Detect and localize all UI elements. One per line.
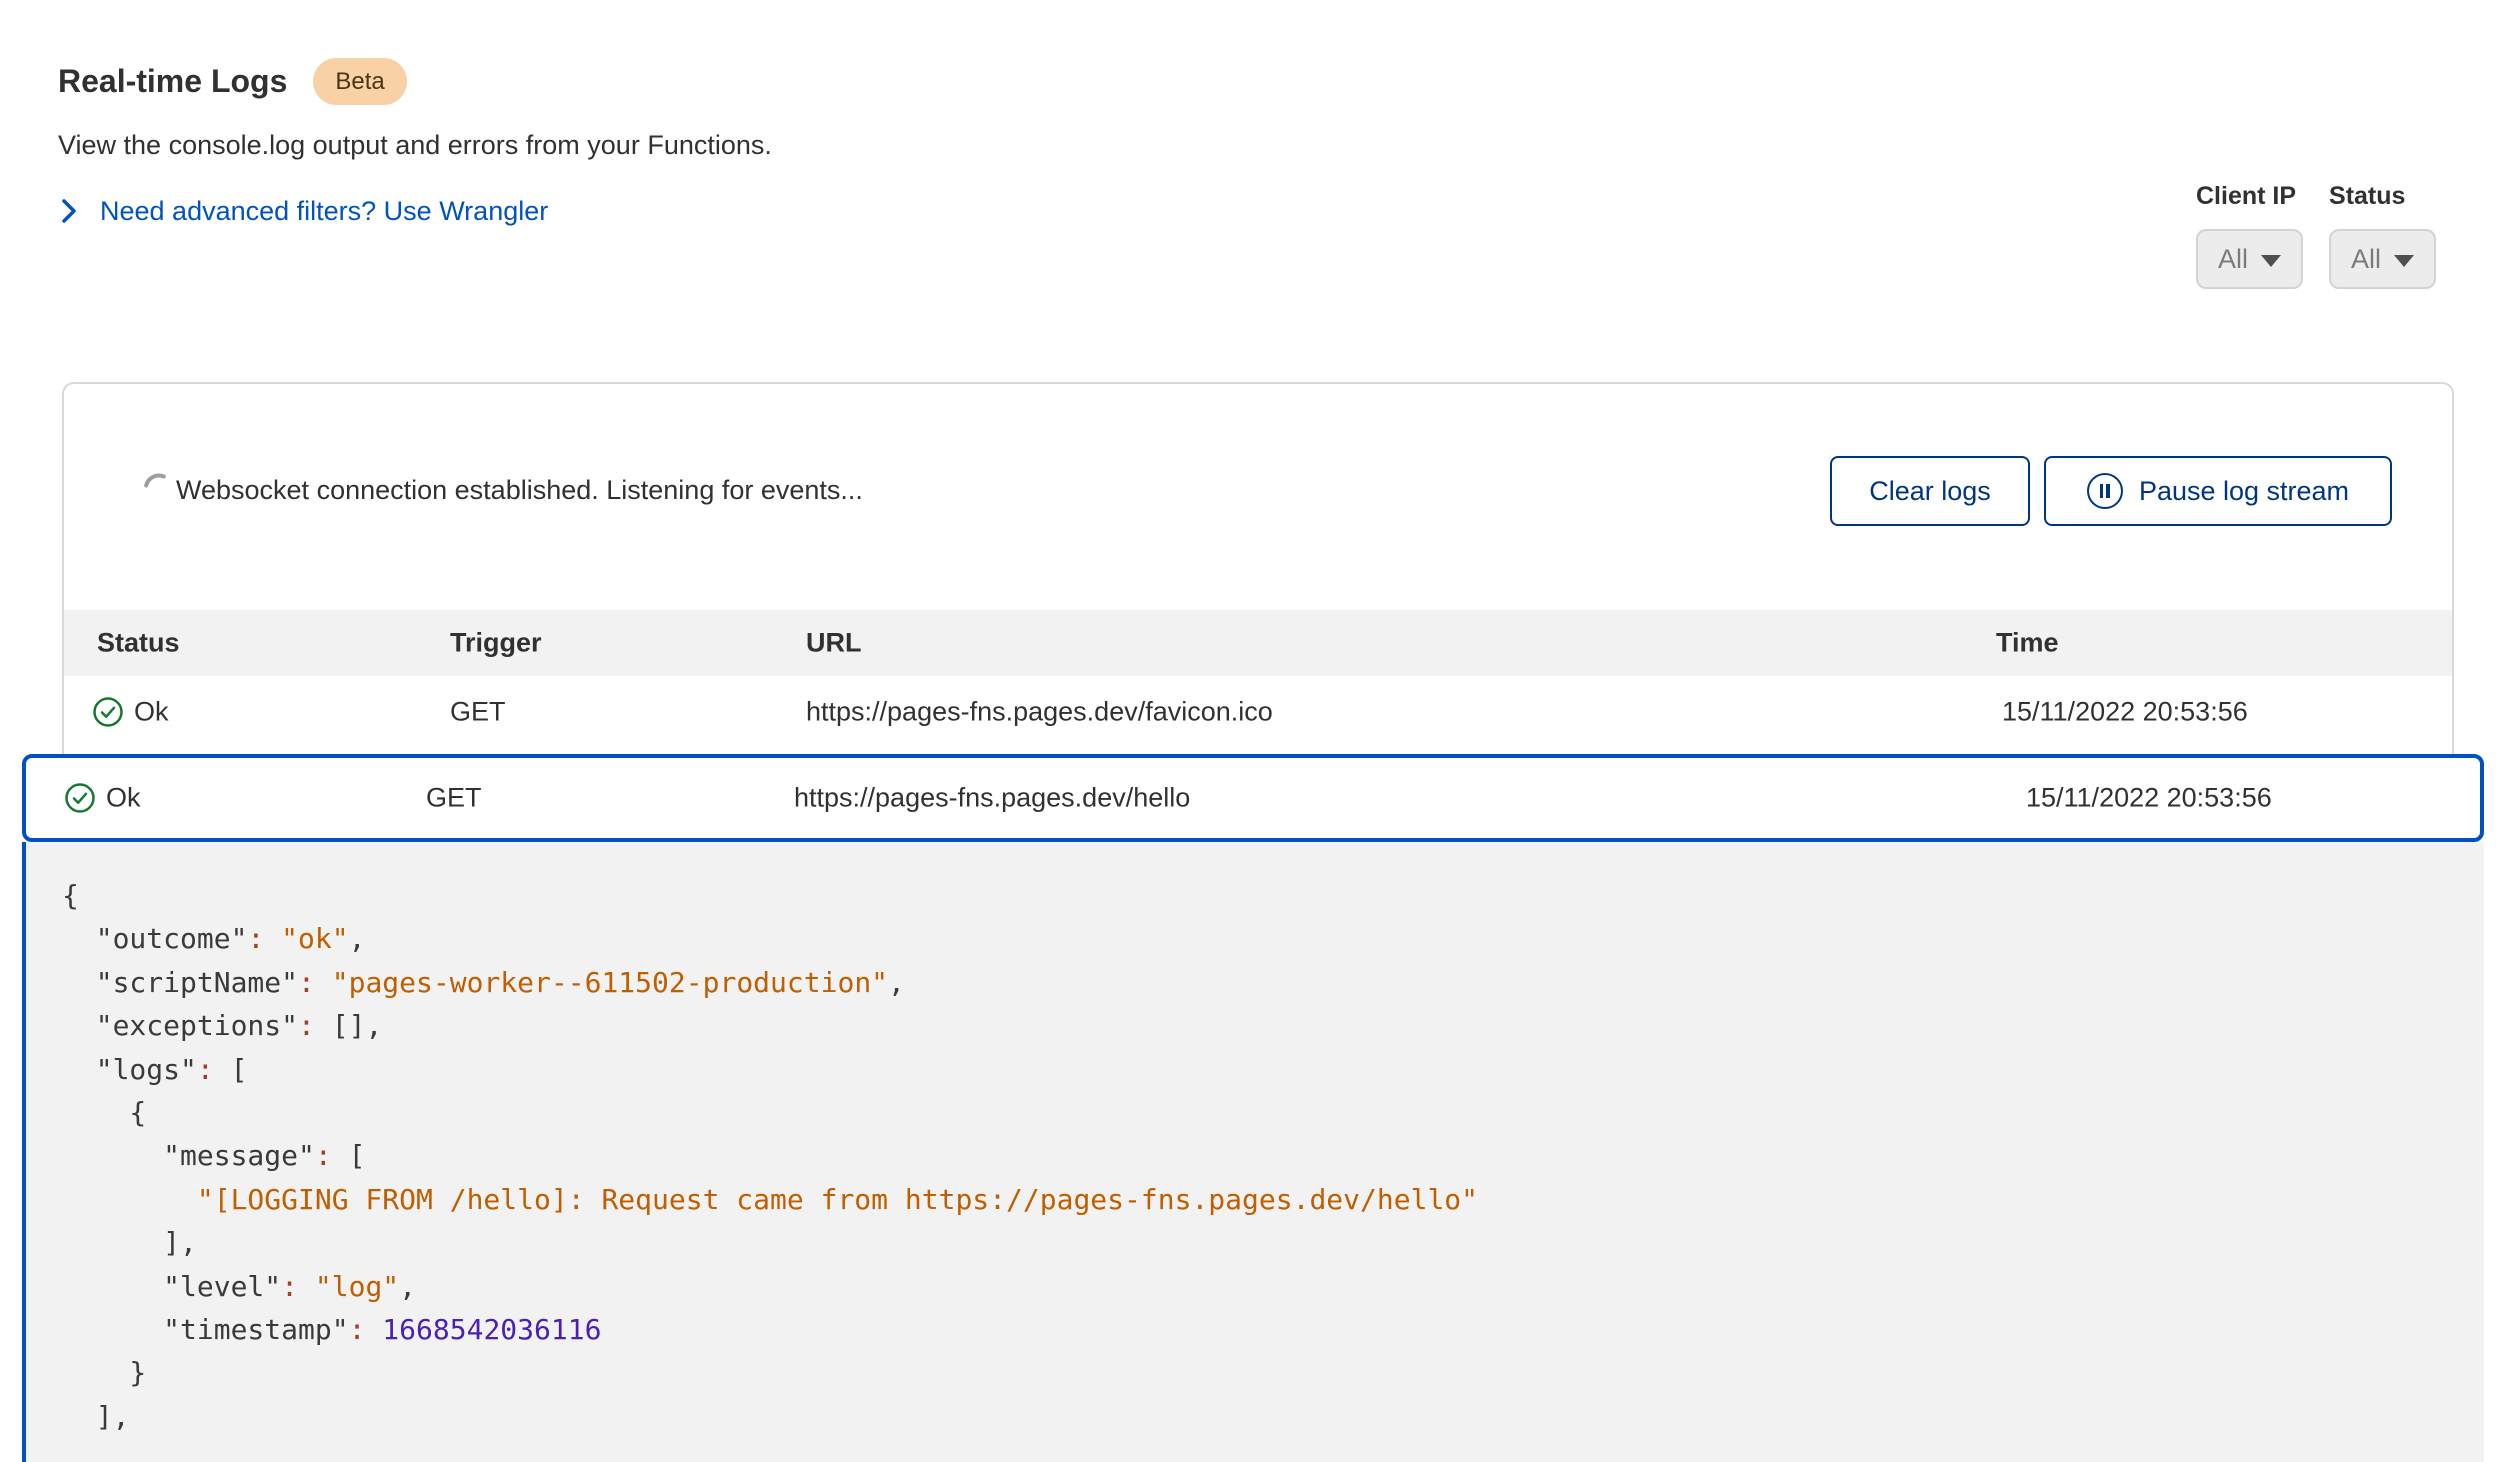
- code-token: "exceptions": [62, 1009, 298, 1042]
- code-token: [315, 966, 332, 999]
- check-circle-icon: [64, 782, 96, 814]
- page-subtitle: View the console.log output and errors f…: [58, 130, 772, 161]
- code-token: 1668542036116: [382, 1313, 601, 1346]
- code-line: ],: [62, 1221, 2484, 1264]
- log-table-row[interactable]: Ok GET https://pages-fns.pages.dev/favic…: [64, 676, 2452, 748]
- code-token: "[LOGGING FROM /hello]: Request came fro…: [62, 1183, 1478, 1216]
- trigger-cell: GET: [426, 783, 482, 814]
- code-line: "[LOGGING FROM /hello]: Request came fro…: [62, 1178, 2484, 1221]
- column-header-time: Time: [1996, 628, 2059, 659]
- code-token: "ok": [281, 922, 348, 955]
- column-header-url: URL: [806, 628, 862, 659]
- expanded-log-entry: Ok GET https://pages-fns.pages.dev/hello…: [22, 754, 2484, 1462]
- code-line: {: [62, 1091, 2484, 1134]
- status-cell: Ok: [106, 783, 141, 814]
- pause-log-stream-button[interactable]: Pause log stream: [2044, 456, 2392, 526]
- filter-status-value: All: [2351, 244, 2381, 275]
- code-token: [264, 922, 281, 955]
- filter-client-ip-label: Client IP: [2196, 182, 2303, 211]
- code-token: :: [298, 1009, 315, 1042]
- code-token: "level": [62, 1270, 281, 1303]
- code-token: :: [315, 1139, 332, 1172]
- log-filters: Client IP All Status All: [2196, 182, 2436, 289]
- filter-status-label: Status: [2329, 182, 2436, 211]
- filter-status-dropdown[interactable]: All: [2329, 229, 2436, 289]
- wrangler-link[interactable]: Need advanced filters? Use Wrangler: [60, 193, 548, 229]
- expanded-log-row[interactable]: Ok GET https://pages-fns.pages.dev/hello…: [22, 754, 2484, 842]
- code-line: "message": [: [62, 1134, 2484, 1177]
- wrangler-link-label: Need advanced filters? Use Wrangler: [100, 196, 548, 227]
- code-token: "pages-worker--611502-production": [332, 966, 888, 999]
- code-token: "logs": [62, 1053, 197, 1086]
- url-cell: https://pages-fns.pages.dev/hello: [794, 783, 1190, 814]
- status-cell: Ok: [134, 697, 169, 728]
- time-cell: 15/11/2022 20:53:56: [2002, 697, 2248, 728]
- time-cell: 15/11/2022 20:53:56: [2026, 783, 2272, 814]
- code-token: :: [197, 1053, 214, 1086]
- code-token: {: [62, 1096, 146, 1129]
- column-header-trigger: Trigger: [450, 628, 542, 659]
- code-token: :: [281, 1270, 298, 1303]
- clear-logs-label: Clear logs: [1869, 476, 1991, 507]
- code-line: "outcome": "ok",: [62, 917, 2484, 960]
- filter-client-ip: Client IP All: [2196, 182, 2303, 289]
- check-circle-icon: [92, 696, 124, 728]
- code-token: ,: [349, 922, 366, 955]
- code-token: }: [62, 1356, 146, 1389]
- code-token: ,: [888, 966, 905, 999]
- code-line: "timestamp": 1668542036116: [62, 1308, 2484, 1351]
- filter-client-ip-value: All: [2218, 244, 2248, 275]
- code-line: ],: [62, 1395, 2484, 1438]
- code-token: [365, 1313, 382, 1346]
- code-line: }: [62, 1351, 2484, 1394]
- pause-icon: [2087, 473, 2123, 509]
- code-line: "scriptName": "pages-worker--611502-prod…: [62, 961, 2484, 1004]
- beta-badge: Beta: [313, 58, 406, 105]
- code-token: [],: [315, 1009, 382, 1042]
- filter-status: Status All: [2329, 182, 2436, 289]
- code-token: {: [62, 879, 79, 912]
- clear-logs-button[interactable]: Clear logs: [1830, 456, 2030, 526]
- code-token: [: [214, 1053, 248, 1086]
- spinner-icon: [140, 466, 170, 510]
- code-token: ,: [399, 1270, 416, 1303]
- code-token: [298, 1270, 315, 1303]
- code-line: "level": "log",: [62, 1265, 2484, 1308]
- page-title: Real-time Logs: [58, 63, 287, 100]
- code-token: ],: [62, 1400, 129, 1433]
- caret-down-icon: [2261, 255, 2281, 267]
- code-token: :: [298, 966, 315, 999]
- code-line: "exceptions": [],: [62, 1004, 2484, 1047]
- websocket-status-text: Websocket connection established. Listen…: [176, 475, 863, 506]
- logs-table-header: Status Trigger URL Time: [64, 610, 2452, 676]
- code-token: :: [349, 1313, 366, 1346]
- code-token: "log": [315, 1270, 399, 1303]
- page-header: Real-time Logs Beta: [58, 58, 407, 105]
- code-token: "message": [62, 1139, 315, 1172]
- log-detail-panel: { "outcome": "ok", "scriptName": "pages-…: [22, 842, 2484, 1462]
- column-header-status: Status: [97, 628, 180, 659]
- code-line: "logs": [: [62, 1048, 2484, 1091]
- chevron-right-icon: [60, 193, 78, 229]
- code-token: [: [332, 1139, 366, 1172]
- code-token: "scriptName": [62, 966, 298, 999]
- code-token: "timestamp": [62, 1313, 349, 1346]
- filter-client-ip-dropdown[interactable]: All: [2196, 229, 2303, 289]
- code-token: "outcome": [62, 922, 247, 955]
- json-code-block: { "outcome": "ok", "scriptName": "pages-…: [62, 874, 2484, 1438]
- code-token: ],: [62, 1226, 197, 1259]
- trigger-cell: GET: [450, 697, 506, 728]
- caret-down-icon: [2394, 255, 2414, 267]
- code-token: :: [247, 922, 264, 955]
- realtime-logs-page: { "colors": { "accent_blue": "#0051c3", …: [0, 0, 2508, 1434]
- url-cell: https://pages-fns.pages.dev/favicon.ico: [806, 697, 1273, 728]
- code-line: {: [62, 874, 2484, 917]
- pause-log-stream-label: Pause log stream: [2139, 476, 2349, 507]
